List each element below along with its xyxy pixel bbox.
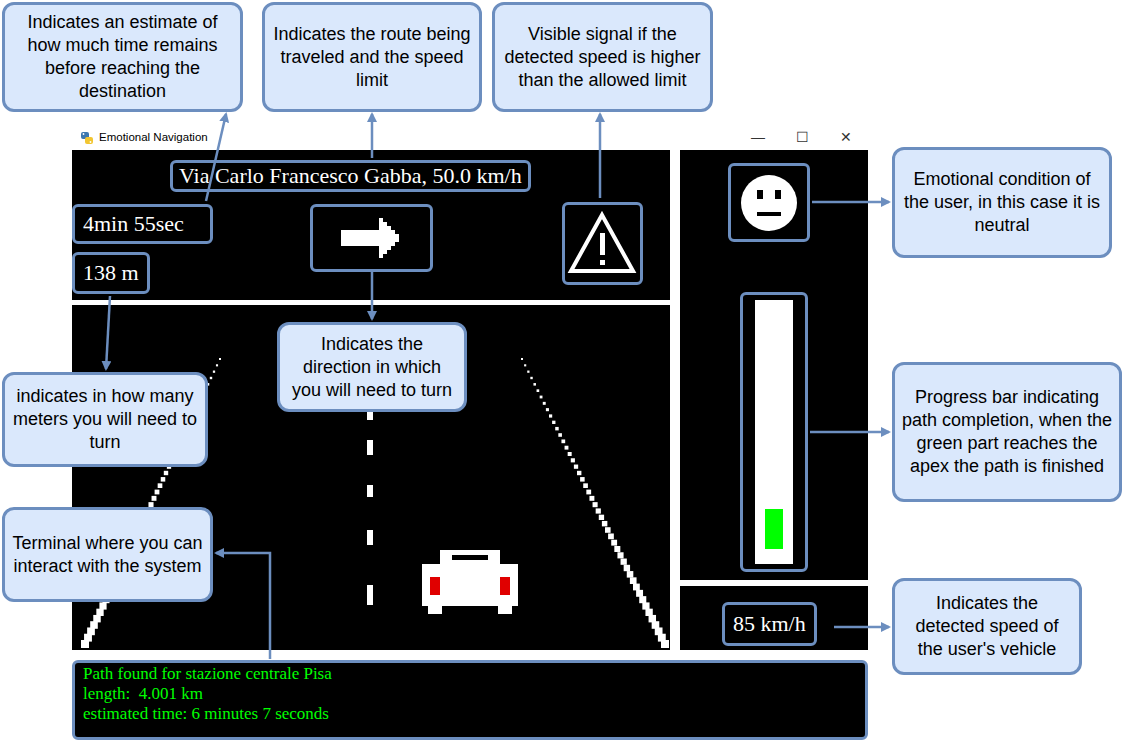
progress-bar [740, 292, 808, 572]
emotion-panel [680, 150, 868, 580]
callout-arrow [371, 114, 374, 158]
callout-arrow [106, 296, 110, 369]
terminal-line: length: 4.001 km [83, 684, 857, 704]
distance-to-turn: 138 m [72, 252, 150, 294]
car-icon [422, 550, 518, 614]
route-label: Via Carlo Francesco Gabba, 50.0 km/h [170, 160, 531, 192]
terminal-line: Path found for stazione centrale Pisa [83, 664, 857, 684]
callout: indicates in how many meters you will ne… [2, 372, 208, 467]
time-remaining: 4min 55sec [72, 204, 213, 244]
window-controls: —☐✕ [736, 125, 868, 150]
navigation-panel: Via Carlo Francesco Gabba, 50.0 km/h 4mi… [72, 150, 670, 300]
minimize-button[interactable]: — [736, 125, 780, 150]
callout-arrow [599, 114, 602, 198]
terminal-line: estimated time: 6 minutes 7 seconds [83, 704, 857, 724]
turn-arrow-icon [310, 204, 433, 272]
callout: Terminal where you can interact with the… [2, 507, 213, 602]
callout: Progress bar indicating path completion,… [892, 362, 1122, 502]
close-button[interactable]: ✕ [824, 125, 868, 150]
callout-arrow [206, 114, 226, 201]
callout-arrow [216, 553, 270, 659]
callout-arrow [834, 626, 889, 629]
title-bar: Emotional Navigation —☐✕ [72, 125, 868, 150]
callout-arrow [812, 201, 889, 204]
callout: Visible signal if the detected speed is … [492, 2, 713, 112]
vehicle-speed: 85 km/h [722, 602, 817, 646]
python-icon [80, 131, 94, 145]
callout: Indicates the detected speed of the user… [892, 578, 1082, 675]
callout: Indicates the route being traveled and t… [262, 2, 482, 112]
callout: Indicates the direction in which you wil… [277, 322, 467, 412]
window-title: Emotional Navigation [99, 129, 208, 146]
callout: Indicates an estimate of how much time r… [2, 2, 243, 112]
callout: Emotional condition of the user, in this… [892, 147, 1112, 258]
progress-track [765, 315, 783, 549]
callout-arrow [371, 272, 374, 319]
speed-panel: 85 km/h [680, 586, 868, 650]
progress-fill [765, 509, 783, 549]
maximize-button[interactable]: ☐ [780, 125, 824, 150]
terminal[interactable]: Path found for stazione centrale Pisalen… [72, 660, 868, 740]
callout-arrow [810, 431, 889, 434]
face-icon [728, 163, 810, 242]
annotated-screenshot: Emotional Navigation —☐✕ Via Carlo Franc… [0, 0, 1125, 740]
warning-icon [562, 202, 643, 285]
